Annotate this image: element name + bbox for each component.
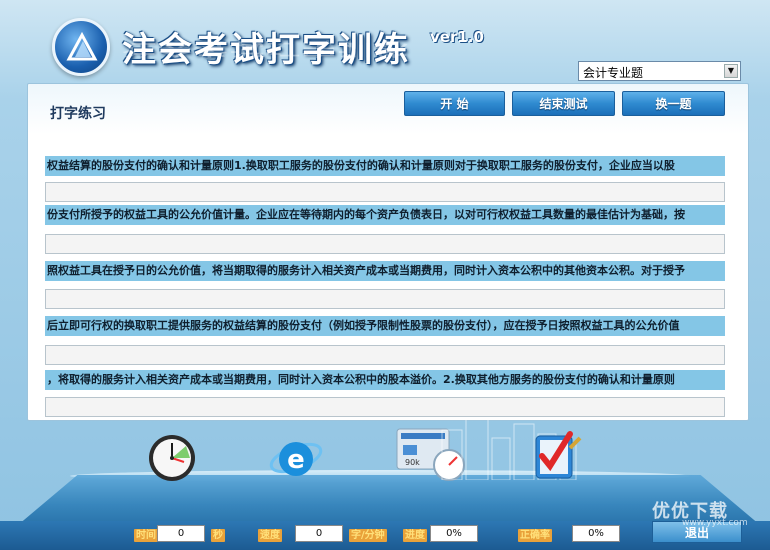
reference-line-3: 照权益工具在授予日的公允价值，将当期取得的服务计入相关资产成本或当期费用，同时计… — [45, 261, 725, 281]
browser-icon[interactable]: e — [268, 432, 324, 488]
app-logo — [52, 18, 110, 76]
category-select[interactable]: 会计专业题 ▼ — [578, 61, 741, 81]
panel-title: 打字练习 — [50, 106, 106, 122]
reference-line-4: 后立即可行权的换取职工提供服务的权益结算的股份支付（例如授予限制性股票的股份支付… — [45, 316, 725, 336]
typing-input-5[interactable] — [45, 397, 725, 417]
change-question-button[interactable]: 换一题 — [622, 91, 725, 116]
app-title-reflection: 注会考试打字训练 — [122, 40, 410, 59]
platform — [18, 475, 760, 525]
version-label: ver1.0 — [430, 28, 484, 46]
reference-line-5: ，将取得的服务计入相关资产成本或当期费用，同时计入资本公积中的股本溢价。2.换取… — [45, 370, 725, 390]
checkmark-icon[interactable] — [532, 428, 584, 488]
clock-icon[interactable] — [146, 432, 198, 488]
chevron-down-icon[interactable]: ▼ — [724, 64, 738, 78]
progress-label: 进度 — [403, 529, 427, 542]
svg-text:e: e — [287, 445, 305, 475]
progress-value: 0% — [430, 525, 478, 542]
category-select-value: 会计专业题 — [583, 66, 644, 80]
start-button[interactable]: 开 始 — [404, 91, 505, 116]
svg-text:90k: 90k — [405, 458, 420, 467]
typing-input-1[interactable] — [45, 182, 725, 202]
reference-line-2: 份支付所授予的权益工具的公允价值计量。企业应在等待期内的每个资产负债表日，以对可… — [45, 205, 725, 225]
time-label: 时间 — [134, 529, 158, 542]
time-value: 0 — [157, 525, 205, 542]
time-unit: 秒 — [211, 529, 225, 542]
typing-input-4[interactable] — [45, 345, 725, 365]
typing-input-2[interactable] — [45, 234, 725, 254]
watermark-url: www.yyxt.com — [682, 518, 748, 528]
speed-label: 速度 — [258, 529, 282, 542]
accuracy-value: 0% — [572, 525, 620, 542]
accuracy-label: 正确率 — [518, 529, 552, 542]
speed-value: 0 — [295, 525, 343, 542]
typing-input-3[interactable] — [45, 289, 725, 309]
reference-line-1: 权益结算的股份支付的确认和计量原则1.换取职工服务的股份支付的确认和计量原则对于… — [45, 156, 725, 176]
end-test-button[interactable]: 结束测试 — [512, 91, 615, 116]
speed-unit: 字/分钟 — [349, 529, 387, 542]
